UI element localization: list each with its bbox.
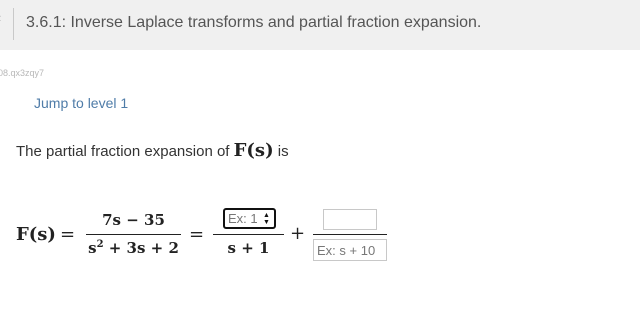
denominator-exponent: 2 bbox=[96, 239, 104, 250]
header-bar: ‹ 3.6.1: Inverse Laplace transforms and … bbox=[0, 0, 640, 50]
plus-sign: + bbox=[290, 223, 306, 244]
fraction-bar-3 bbox=[313, 234, 387, 235]
equals-sign-2: = bbox=[189, 224, 205, 245]
prompt-math: F(s) bbox=[233, 140, 274, 161]
jump-to-level-link[interactable]: Jump to level 1 bbox=[34, 95, 128, 111]
fraction-denominator: s2 + 3s + 2 bbox=[86, 239, 181, 257]
question-prompt: The partial fraction expansion of F(s) i… bbox=[16, 140, 289, 161]
term1-numerator-input[interactable]: Ex: 1 ▲ ▼ bbox=[223, 208, 276, 229]
denominator-base: s bbox=[88, 239, 97, 257]
term1-denominator: s + 1 bbox=[227, 239, 270, 257]
fraction-bar-2 bbox=[213, 234, 284, 235]
header-divider bbox=[13, 8, 14, 40]
term2-denominator-input[interactable]: Ex: s + 10 bbox=[313, 239, 387, 261]
updown-spinner-icon[interactable]: ▲ ▼ bbox=[263, 212, 271, 226]
fraction-numerator: 7s − 35 bbox=[102, 211, 165, 229]
equals-sign: = bbox=[60, 224, 76, 245]
term1-numerator-placeholder: Ex: 1 bbox=[228, 211, 258, 226]
denominator-rest: + 3s + 2 bbox=[103, 239, 179, 257]
equation-lhs: F(s) bbox=[16, 224, 56, 245]
back-chevron-icon[interactable]: ‹ bbox=[0, 10, 1, 25]
page-title: 3.6.1: Inverse Laplace transforms and pa… bbox=[26, 14, 482, 31]
prompt-suffix: is bbox=[277, 143, 289, 160]
fraction-bar bbox=[86, 234, 181, 235]
activity-id: 08.qx3zqy7 bbox=[0, 68, 45, 78]
term2-numerator-input[interactable] bbox=[323, 209, 377, 230]
prompt-text: The partial fraction expansion of bbox=[16, 143, 230, 160]
